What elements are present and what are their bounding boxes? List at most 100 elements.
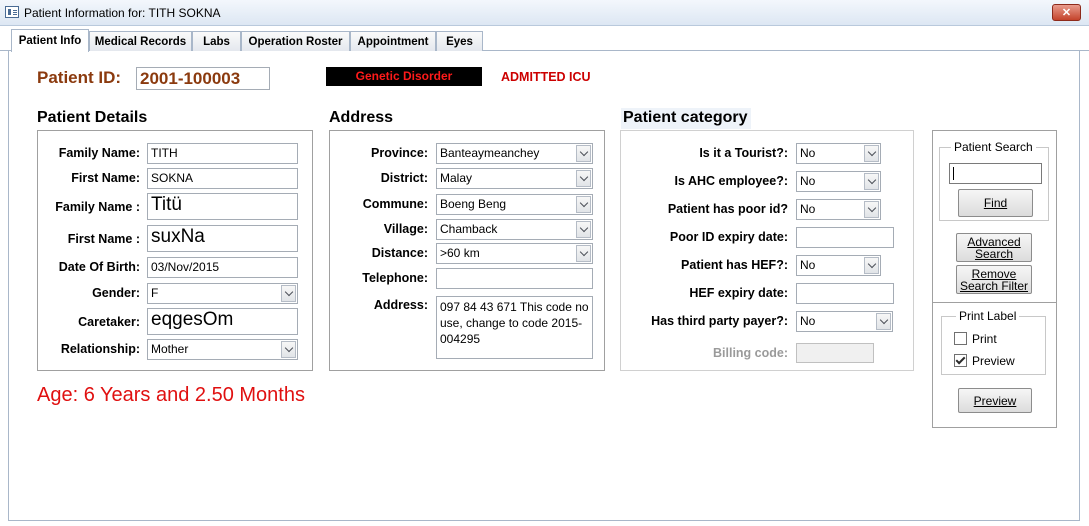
poor-id-expiry-field[interactable] [796, 227, 894, 248]
first-name-field[interactable]: SOKNA [147, 168, 298, 189]
tab-labs[interactable]: Labs [192, 31, 241, 51]
text-cursor [953, 167, 954, 180]
ahc-employee-label: Is AHC employee?: [674, 174, 788, 188]
hef-expiry-field[interactable] [796, 283, 894, 304]
district-select[interactable]: Malay [436, 168, 593, 189]
province-select[interactable]: Banteaymeanchey [436, 143, 593, 164]
relationship-value: Mother [151, 342, 189, 356]
advanced-search-button[interactable]: Advanced Search [956, 233, 1032, 262]
date-of-birth-label: Date Of Birth: [58, 260, 140, 274]
date-of-birth-field[interactable]: 03/Nov/2015 [147, 257, 298, 278]
first-name-local-field[interactable]: suxNa [147, 225, 298, 252]
village-value: Chamback [440, 222, 498, 236]
remove-search-filter-button[interactable]: Remove Search Filter [956, 265, 1032, 294]
advanced-search-line1: Advanced [967, 234, 1021, 249]
third-party-payer-value: No [800, 314, 816, 328]
preview-button[interactable]: Preview [958, 388, 1032, 413]
family-name-label: Family Name: [58, 146, 140, 160]
first-name-local-label: First Name : [67, 232, 140, 246]
patient-search-input[interactable] [949, 163, 1042, 184]
poor-id-expiry-label: Poor ID expiry date: [669, 230, 788, 244]
tourist-label: Is it a Tourist?: [699, 146, 788, 160]
chevron-down-icon[interactable] [576, 245, 591, 262]
distance-label: Distance: [371, 246, 428, 260]
distance-select[interactable]: >60 km [436, 243, 593, 264]
find-button[interactable]: Find [958, 189, 1033, 217]
commune-value: Boeng Beng [440, 197, 507, 211]
district-label: District: [380, 171, 428, 185]
chevron-down-icon[interactable] [576, 145, 591, 162]
patient-details-title: Patient Details [37, 109, 148, 126]
relationship-label: Relationship: [60, 342, 140, 356]
admission-status: ADMITTED ICU [501, 70, 591, 84]
print-checkbox[interactable] [954, 332, 967, 345]
chevron-down-icon[interactable] [576, 196, 591, 213]
village-select[interactable]: Chamback [436, 219, 593, 240]
billing-code-label: Billing code: [713, 346, 788, 360]
preview-checkbox-label: Preview [972, 354, 1015, 368]
print-checkbox-label: Print [972, 332, 997, 346]
ahc-employee-select[interactable]: No [796, 171, 881, 192]
poor-id-select[interactable]: No [796, 199, 881, 220]
chevron-down-icon[interactable] [864, 173, 879, 190]
tourist-value: No [800, 146, 816, 160]
poor-id-value: No [800, 202, 816, 216]
chevron-down-icon[interactable] [281, 341, 296, 358]
address-title: Address [329, 109, 394, 126]
relationship-select[interactable]: Mother [147, 339, 298, 360]
genetic-disorder-badge: Genetic Disorder [326, 67, 482, 86]
remove-filter-line1: Remove [971, 266, 1017, 281]
gender-label: Gender: [92, 286, 140, 300]
chevron-down-icon[interactable] [576, 221, 591, 238]
tab-patient-info[interactable]: Patient Info [11, 29, 89, 52]
window-title: Patient Information for: TITH SOKNA [24, 6, 221, 20]
tab-operation-roster[interactable]: Operation Roster [241, 31, 350, 51]
age-display: Age: 6 Years and 2.50 Months [37, 384, 305, 406]
province-label: Province: [371, 146, 428, 160]
tab-medical-records[interactable]: Medical Records [89, 31, 192, 51]
chevron-down-icon[interactable] [864, 145, 879, 162]
advanced-search-line2: Search [974, 246, 1014, 261]
hef-expiry-label: HEF expiry date: [689, 286, 788, 300]
chevron-down-icon[interactable] [576, 170, 591, 187]
province-value: Banteaymeanchey [440, 146, 540, 160]
gender-value: F [151, 286, 159, 300]
poor-id-label: Patient has poor id? [667, 202, 788, 216]
close-button[interactable]: ✕ [1052, 4, 1081, 21]
tab-appointment[interactable]: Appointment [350, 31, 436, 51]
print-label-title: Print Label [956, 309, 1020, 323]
family-name-local-label: Family Name : [55, 200, 140, 214]
hef-value: No [800, 258, 816, 272]
remove-filter-line2: Search Filter [959, 278, 1029, 293]
family-name-local-field[interactable]: Titü [147, 193, 298, 220]
patient-search-title: Patient Search [951, 140, 1036, 154]
preview-checkbox[interactable] [954, 354, 967, 367]
hef-label: Patient has HEF?: [681, 258, 788, 272]
chevron-down-icon[interactable] [864, 201, 879, 218]
chevron-down-icon[interactable] [876, 313, 891, 330]
district-value: Malay [440, 171, 473, 185]
hef-select[interactable]: No [796, 255, 881, 276]
third-party-payer-label: Has third party payer?: [651, 314, 788, 328]
village-label: Village: [383, 222, 428, 236]
billing-code-field[interactable] [796, 343, 874, 363]
chevron-down-icon[interactable] [864, 257, 879, 274]
ahc-employee-value: No [800, 174, 816, 188]
caretaker-field[interactable]: eqgesOm [147, 308, 298, 335]
distance-value: >60 km [440, 246, 480, 260]
address-label: Address: [373, 298, 428, 312]
patient-id-field[interactable]: 2001-100003 [136, 67, 270, 90]
divider [932, 302, 1057, 303]
patient-id-label: Patient ID: [37, 68, 122, 87]
patient-category-panel [620, 130, 914, 371]
tab-eyes[interactable]: Eyes [436, 31, 483, 51]
third-party-payer-select[interactable]: No [796, 311, 893, 332]
tourist-select[interactable]: No [796, 143, 881, 164]
first-name-label: First Name: [71, 171, 140, 185]
commune-select[interactable]: Boeng Beng [436, 194, 593, 215]
gender-select[interactable]: F [147, 283, 298, 304]
chevron-down-icon[interactable] [281, 285, 296, 302]
telephone-field[interactable] [436, 268, 593, 289]
address-textarea[interactable]: 097 84 43 671 This code no use, change t… [436, 296, 593, 359]
family-name-field[interactable]: TITH [147, 143, 298, 164]
